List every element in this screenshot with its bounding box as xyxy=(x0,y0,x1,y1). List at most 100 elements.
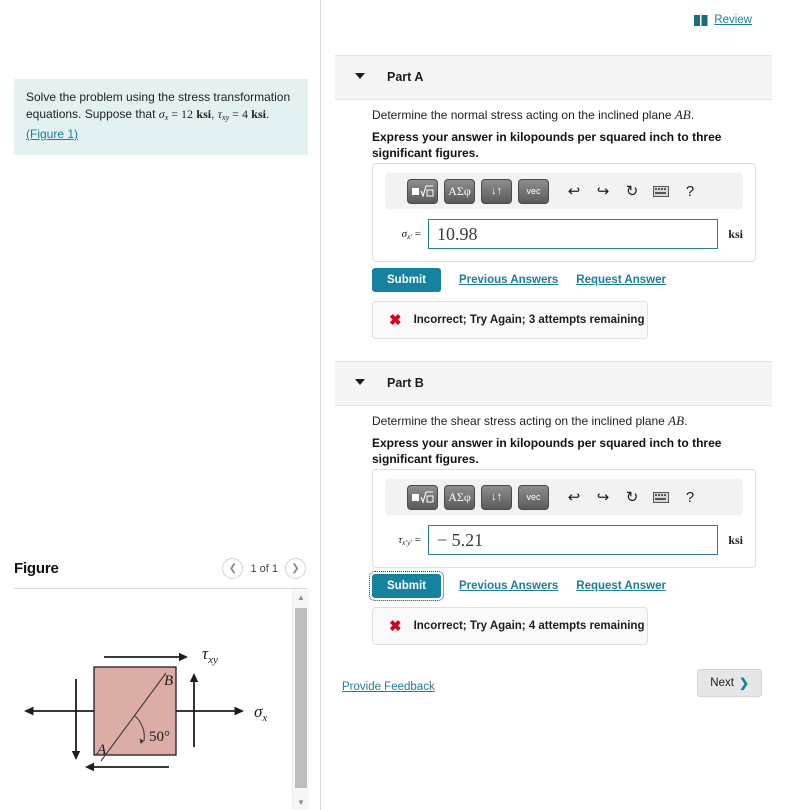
reset-icon[interactable]: ↻ xyxy=(619,485,645,510)
keyboard-icon[interactable] xyxy=(648,485,674,510)
part-a-plane-label: AB xyxy=(674,107,691,122)
math-arrows-button[interactable]: ↓↑ xyxy=(481,484,512,510)
reset-icon[interactable]: ↻ xyxy=(619,179,645,204)
next-button[interactable]: Next ❯ xyxy=(697,669,762,697)
part-a-answer-input[interactable] xyxy=(428,219,719,249)
part-a-answer-label: σx' = xyxy=(401,227,421,241)
part-a-submit-row: Submit Previous Answers Request Answer xyxy=(372,268,666,292)
math-arrows-button[interactable]: ↓↑ xyxy=(481,178,512,204)
caret-down-icon[interactable] xyxy=(355,73,365,79)
part-b-answer-label: τx'y' = xyxy=(398,533,421,547)
scroll-down-icon[interactable]: ▼ xyxy=(293,794,309,810)
undo-icon[interactable]: ↩ xyxy=(561,485,587,510)
chevron-right-icon: ❯ xyxy=(738,676,749,690)
part-b-submit-row: Submit Previous Answers Request Answer xyxy=(369,571,666,601)
part-b-answer-input[interactable] xyxy=(428,525,719,555)
part-b-feedback-text: Incorrect; Try Again; 4 attempts remaini… xyxy=(413,620,645,632)
review-label: Review xyxy=(714,14,752,26)
math-vector-button[interactable]: vec xyxy=(518,178,549,204)
part-b-math-toolbar: ΑΣφ ↓↑ vec ↩ ↪ ↻ ? xyxy=(385,479,743,515)
left-shear-arrowhead xyxy=(71,751,81,760)
x-mark-icon: ✖ xyxy=(389,312,402,329)
undo-icon[interactable]: ↩ xyxy=(561,179,587,204)
part-a-header[interactable]: Part A xyxy=(335,55,772,100)
top-shear-arrowhead xyxy=(179,652,188,662)
comma-sep: , xyxy=(211,107,218,121)
left-normal-arrowhead xyxy=(24,706,34,716)
redo-icon[interactable]: ↪ xyxy=(590,179,616,204)
provide-feedback-link[interactable]: Provide Feedback xyxy=(342,681,435,693)
part-a-question-text: Determine the normal stress acting on th… xyxy=(372,108,675,122)
part-b-header[interactable]: Part B xyxy=(335,361,772,406)
part-a-instruction: Express your answer in kilopounds per sq… xyxy=(372,130,722,160)
x-mark-icon: ✖ xyxy=(389,618,402,635)
part-a-math-toolbar: ΑΣφ ↓↑ vec ↩ ↪ ↻ ? xyxy=(385,173,743,209)
figure-prev-button[interactable]: ❮ xyxy=(222,558,244,579)
part-a-request-answer-link[interactable]: Request Answer xyxy=(576,274,666,286)
figure-next-button[interactable]: ❯ xyxy=(285,558,306,579)
math-template-button[interactable] xyxy=(407,178,438,204)
part-b-feedback: ✖ Incorrect; Try Again; 4 attempts remai… xyxy=(372,607,648,645)
problem-line-2-prefix: equations. Suppose that xyxy=(26,107,159,121)
left-panel: Solve the problem using the stress trans… xyxy=(0,0,320,810)
caret-down-icon[interactable] xyxy=(355,379,365,385)
part-b-previous-answers-link[interactable]: Previous Answers xyxy=(459,580,558,592)
math-greek-button[interactable]: ΑΣφ xyxy=(444,484,475,510)
figure-scrollbar[interactable]: ▲ ▼ xyxy=(292,589,309,810)
equals-2: = xyxy=(229,107,242,121)
redo-icon[interactable]: ↪ xyxy=(590,485,616,510)
math-greek-button[interactable]: ΑΣφ xyxy=(444,178,475,204)
figure-count-label: 1 of 1 xyxy=(250,562,278,575)
scroll-up-icon[interactable]: ▲ xyxy=(293,589,309,605)
figure-navigation: ❮ 1 of 1 ❯ xyxy=(222,558,306,579)
figure-header: Figure ❮ 1 of 1 ❯ xyxy=(14,558,308,588)
part-a-previous-answers-link[interactable]: Previous Answers xyxy=(459,274,558,286)
problem-page: Solve the problem using the stress trans… xyxy=(0,0,786,810)
tau-xy-label: τxy xyxy=(202,644,218,666)
part-b-units: ksi xyxy=(728,532,743,547)
tau-xy-symbol: τxy xyxy=(217,107,230,122)
figure-link[interactable]: (Figure 1) xyxy=(26,127,78,141)
math-template-button[interactable] xyxy=(407,484,438,510)
period: . xyxy=(265,107,270,121)
part-a-answer-row: σx' = ksi xyxy=(373,209,755,261)
part-a-question: Determine the normal stress acting on th… xyxy=(372,107,756,123)
part-b-request-answer-link[interactable]: Request Answer xyxy=(576,580,666,592)
math-vector-button[interactable]: vec xyxy=(518,484,549,510)
review-link[interactable]: Review xyxy=(694,14,752,26)
label-B: B xyxy=(164,673,173,689)
part-b-title: Part B xyxy=(387,376,424,390)
part-a-answer-card: ΑΣφ ↓↑ vec ↩ ↪ ↻ ? σx' = 10.98 ksi xyxy=(372,163,756,262)
part-a-submit-button[interactable]: Submit xyxy=(372,268,441,292)
help-icon[interactable]: ? xyxy=(677,485,703,510)
part-b-question-text: Determine the shear stress acting on the… xyxy=(372,414,669,428)
stress-element-diagram: B A 50° τxy σx xyxy=(24,644,267,772)
tau-value: 4 xyxy=(241,107,248,121)
part-b-submit-button[interactable]: Submit xyxy=(369,571,444,601)
figure-canvas: B A 50° τxy σx xyxy=(14,589,292,810)
part-b-instruction: Express your answer in kilopounds per sq… xyxy=(372,436,722,466)
page-footer: Provide Feedback Next ❯ xyxy=(342,669,762,711)
figure-panel-title: Figure xyxy=(14,560,59,577)
help-icon[interactable]: ? xyxy=(677,179,703,204)
sqrt-template-icon xyxy=(411,184,433,198)
right-normal-arrowhead xyxy=(234,706,244,716)
right-shear-arrowhead xyxy=(189,673,199,682)
part-b-question: Determine the shear stress acting on the… xyxy=(372,413,756,429)
part-b-answer-card: ΑΣφ ↓↑ vec ↩ ↪ ↻ ? τx'y' = − 5.21 ksi xyxy=(372,469,756,568)
keyboard-glyph xyxy=(653,491,669,503)
keyboard-glyph xyxy=(653,185,669,197)
keyboard-icon[interactable] xyxy=(648,179,674,204)
sigma-x-label: σx xyxy=(254,702,267,724)
equals-1: = xyxy=(168,107,182,121)
part-a-title: Part A xyxy=(387,70,424,84)
sigma-unit: ksi xyxy=(196,107,212,121)
label-A: A xyxy=(96,742,107,758)
part-a-feedback-text: Incorrect; Try Again; 3 attempts remaini… xyxy=(413,314,645,326)
tau-unit: ksi xyxy=(251,107,266,121)
part-b-plane-label: AB xyxy=(668,413,685,428)
sigma-value: 12 xyxy=(181,107,194,121)
angle-label: 50° xyxy=(149,729,170,745)
problem-line-1: Solve the problem using the stress trans… xyxy=(26,90,291,104)
scrollbar-thumb[interactable] xyxy=(295,608,307,788)
